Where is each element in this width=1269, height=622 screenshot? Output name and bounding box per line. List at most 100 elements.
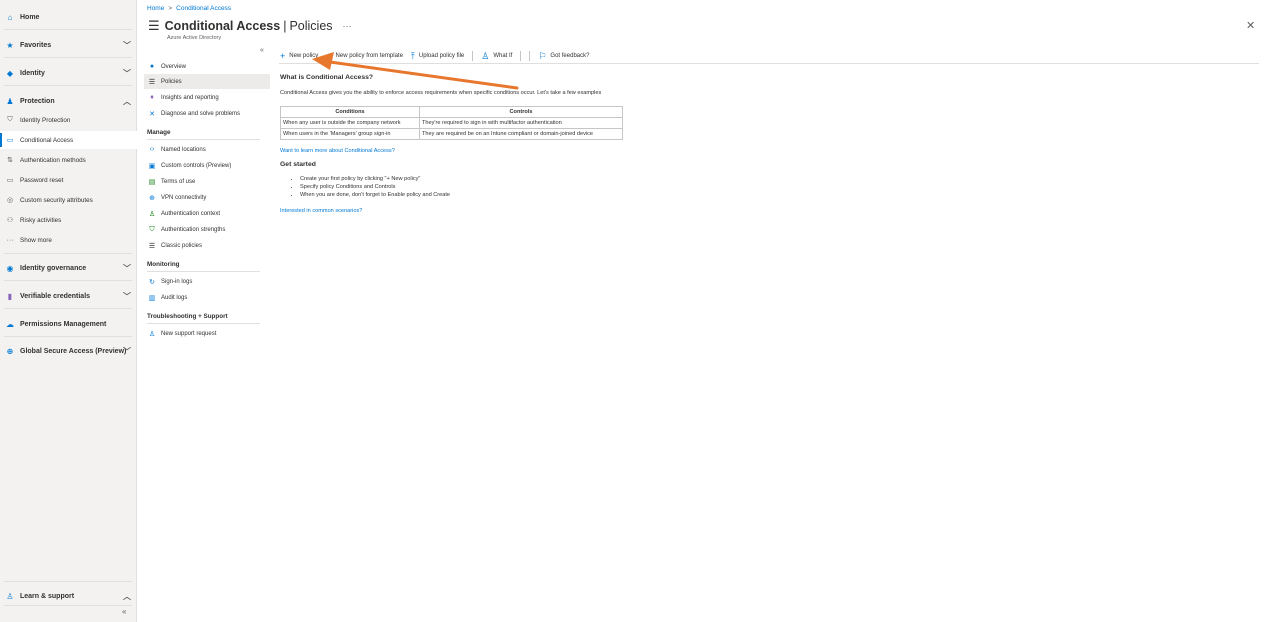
list-icon: ☰: [148, 18, 160, 33]
divider: [147, 139, 260, 140]
breadcrumb-conditional-access[interactable]: Conditional Access: [176, 5, 231, 12]
divider: [520, 51, 522, 61]
table-row: When users in the 'Managers' group sign-…: [280, 128, 623, 140]
examples-table: Conditions Controls When any user is out…: [280, 106, 623, 140]
sign-in-logs-icon: ↻: [149, 278, 155, 286]
learn-support-icon: ♙: [6, 591, 14, 601]
divider: [529, 51, 531, 61]
nav-global-secure-access[interactable]: ⊕ Global Secure Access (Preview) ﹀: [0, 340, 137, 362]
divider: [4, 336, 132, 337]
menu-section-troubleshooting: Troubleshooting + Support: [147, 313, 228, 320]
nav-custom-security-attributes[interactable]: ◎ Custom security attributes: [0, 191, 137, 209]
what-if-button[interactable]: ♙ What If: [481, 51, 512, 62]
menu-label: Authentication strengths: [161, 226, 226, 233]
nav-identity-protection[interactable]: ⛉ Identity Protection: [0, 111, 137, 129]
collapse-menu-button[interactable]: «: [260, 47, 264, 54]
get-started-heading: Get started: [280, 161, 316, 168]
chevron-up-icon: ︿: [123, 591, 131, 601]
plus-icon: +: [326, 51, 332, 61]
table-cell: They are required be on an Intune compli…: [419, 128, 623, 140]
divider: [4, 605, 132, 606]
divider: [4, 29, 132, 30]
menu-named-locations[interactable]: ‹› Named locations: [144, 142, 270, 157]
menu-diagnose-solve[interactable]: ✕ Diagnose and solve problems: [144, 106, 270, 121]
divider: [147, 271, 260, 272]
menu-audit-logs[interactable]: ▥ Audit logs: [144, 290, 270, 305]
divider: [4, 581, 132, 582]
page-title-service: Conditional Access: [164, 19, 281, 33]
shield-icon: ⛉: [7, 116, 13, 123]
new-policy-from-template-button[interactable]: + New policy from template: [326, 51, 403, 61]
nav-favorites-label: Favorites: [20, 41, 52, 49]
menu-authentication-strengths[interactable]: ⛉ Authentication strengths: [144, 222, 270, 237]
column-header-conditions: Conditions: [280, 106, 420, 118]
nav-identity-label: Identity: [20, 69, 45, 77]
feedback-button[interactable]: ⚐ Got feedback?: [538, 51, 589, 62]
password-reset-icon: ▭: [6, 177, 14, 184]
menu-overview[interactable]: ● Overview: [144, 59, 270, 74]
command-bar-divider: [279, 63, 1259, 64]
page-title-separator: |: [283, 19, 287, 33]
nav-label: Verifiable credentials: [20, 292, 91, 300]
table-row: When any user is outside the company net…: [280, 117, 623, 129]
wrench-icon: ✕: [149, 110, 155, 118]
nav-sub-label: Custom security attributes: [20, 196, 93, 204]
new-policy-button[interactable]: + New policy: [280, 51, 318, 61]
menu-vpn-connectivity[interactable]: ⊕ VPN connectivity: [144, 190, 270, 205]
learn-more-link[interactable]: Want to learn more about Conditional Acc…: [280, 148, 395, 154]
nav-authentication-methods[interactable]: ⇅ Authentication methods: [0, 151, 137, 169]
menu-custom-controls[interactable]: ▣ Custom controls (Preview): [144, 158, 270, 173]
nav-permissions-management[interactable]: ☁ Permissions Management: [0, 313, 137, 335]
menu-label: VPN connectivity: [161, 194, 207, 201]
menu-new-support-request[interactable]: ♙ New support request: [144, 326, 270, 341]
list-item: When you are done, don't forget to Enabl…: [300, 192, 450, 200]
menu-label: New support request: [161, 330, 217, 337]
nav-password-reset[interactable]: ▭ Password reset: [0, 171, 137, 189]
nav-learn-support[interactable]: ♙ Learn & support ︿: [0, 585, 137, 607]
common-scenarios-link[interactable]: Interested in common scenarios?: [280, 208, 362, 214]
authentication-context-icon: ♙: [148, 210, 156, 218]
breadcrumb-home[interactable]: Home: [147, 5, 164, 12]
upload-policy-file-button[interactable]: ⤒ Upload policy file: [411, 51, 464, 62]
nav-sub-label: Show more: [20, 236, 52, 244]
menu-label: Sign-in logs: [161, 278, 193, 285]
menu-insights-reporting[interactable]: ♦ Insights and reporting: [144, 90, 270, 105]
collapse-nav-button[interactable]: «: [122, 607, 126, 616]
nav-protection[interactable]: ♟ Protection ︿: [0, 90, 137, 112]
table-cell: When users in the 'Managers' group sign-…: [280, 128, 420, 140]
chevron-down-icon: ﹀: [123, 40, 131, 50]
nav-show-more[interactable]: ··· Show more: [0, 231, 137, 249]
nav-favorites[interactable]: ★ Favorites ﹀: [0, 34, 137, 56]
nav-sub-label: Identity Protection: [20, 116, 71, 124]
authentication-methods-icon: ⇅: [7, 157, 13, 164]
plus-icon: +: [280, 51, 286, 61]
divider: [4, 308, 132, 309]
get-started-list: Create your first policy by clicking "+ …: [300, 176, 450, 200]
menu-classic-policies[interactable]: ☰ Classic policies: [144, 238, 270, 253]
divider: [4, 85, 132, 86]
more-icon: ···: [6, 236, 14, 244]
menu-label: Diagnose and solve problems: [161, 110, 241, 117]
menu-authentication-context[interactable]: ♙ Authentication context: [144, 206, 270, 221]
nav-conditional-access[interactable]: ▭ Conditional Access: [0, 131, 137, 149]
lightbulb-icon: ♦: [150, 94, 154, 101]
verifiable-credentials-icon: ▮: [7, 291, 13, 301]
more-options-button[interactable]: ···: [343, 21, 352, 31]
new-policy-template-label: New policy from template: [335, 53, 403, 59]
menu-terms-of-use[interactable]: ▤ Terms of use: [144, 174, 270, 189]
menu-sign-in-logs[interactable]: ↻ Sign-in logs: [144, 274, 270, 289]
divider: [4, 57, 132, 58]
close-button[interactable]: ✕: [1246, 19, 1255, 32]
menu-policies[interactable]: ☰ Policies: [144, 74, 270, 89]
home-icon: ⌂: [7, 12, 13, 22]
new-policy-label: New policy: [289, 53, 319, 59]
cloud-icon: ☁: [6, 319, 14, 329]
identity-icon: ◆: [6, 68, 14, 78]
menu-label: Policies: [161, 78, 182, 85]
nav-identity-governance[interactable]: ◉ Identity governance ﹀: [0, 257, 137, 279]
nav-home[interactable]: ⌂ Home: [0, 6, 137, 28]
menu-section-manage: Manage: [147, 129, 171, 136]
nav-verifiable-credentials[interactable]: ▮ Verifiable credentials ﹀: [0, 285, 137, 307]
nav-risky-activities[interactable]: ⚇ Risky activities: [0, 211, 137, 229]
nav-identity[interactable]: ◆ Identity ﹀: [0, 62, 137, 84]
